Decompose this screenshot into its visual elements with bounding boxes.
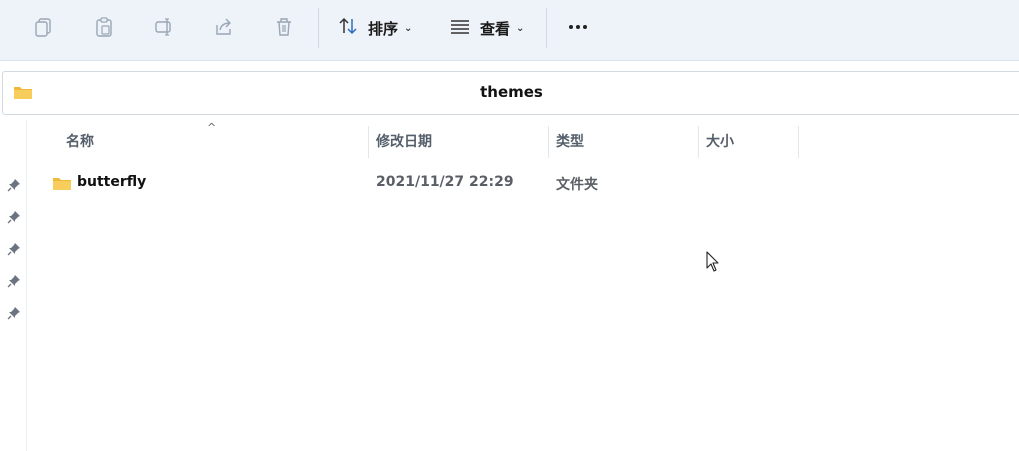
folder-icon bbox=[52, 175, 72, 195]
quick-access-rail bbox=[0, 120, 27, 451]
file-modified: 2021/11/27 22:29 bbox=[376, 174, 514, 190]
rename-icon[interactable] bbox=[151, 14, 177, 40]
chevron-down-icon: ⌄ bbox=[516, 22, 525, 34]
column-divider[interactable] bbox=[368, 126, 369, 158]
paste-icon[interactable] bbox=[91, 14, 117, 40]
column-divider[interactable] bbox=[548, 126, 549, 158]
column-header-name[interactable]: 名称 bbox=[66, 126, 94, 156]
pin-icon[interactable] bbox=[7, 273, 21, 288]
toolbar-divider bbox=[318, 8, 319, 48]
column-divider[interactable] bbox=[698, 126, 699, 158]
toolbar-divider bbox=[546, 8, 547, 48]
sort-button[interactable]: 排序 ⌄ bbox=[338, 14, 412, 42]
command-bar: 排序 ⌄ 查看 ⌄ bbox=[0, 0, 1019, 61]
address-bar[interactable]: themes bbox=[2, 71, 1019, 115]
view-lines-icon bbox=[450, 16, 470, 40]
view-label: 查看 bbox=[480, 19, 511, 38]
mouse-cursor-icon bbox=[706, 251, 720, 277]
column-header-modified[interactable]: 修改日期 bbox=[376, 126, 432, 156]
copy-icon[interactable] bbox=[31, 14, 57, 40]
current-folder-path: themes bbox=[480, 83, 543, 101]
file-type: 文件夹 bbox=[556, 177, 598, 193]
sort-arrows-icon bbox=[338, 16, 358, 40]
sort-ascending-caret-icon: ^ bbox=[207, 121, 217, 134]
chevron-down-icon: ⌄ bbox=[404, 22, 413, 34]
more-options-button[interactable] bbox=[566, 16, 590, 38]
delete-icon[interactable] bbox=[271, 14, 297, 40]
pin-icon[interactable] bbox=[7, 241, 21, 256]
view-button[interactable]: 查看 ⌄ bbox=[450, 14, 524, 42]
sort-label: 排序 bbox=[368, 19, 399, 38]
pin-icon[interactable] bbox=[7, 209, 21, 224]
pin-icon[interactable] bbox=[7, 177, 21, 192]
column-header-type[interactable]: 类型 bbox=[556, 126, 584, 156]
column-header-size[interactable]: 大小 bbox=[706, 126, 734, 156]
file-row[interactable]: butterfly 2021/11/27 22:29 文件夹 bbox=[44, 170, 804, 196]
more-dots-icon bbox=[569, 25, 573, 29]
pin-icon[interactable] bbox=[7, 305, 21, 320]
file-name: butterfly bbox=[77, 174, 147, 190]
share-icon[interactable] bbox=[211, 14, 237, 40]
column-divider[interactable] bbox=[798, 126, 799, 158]
